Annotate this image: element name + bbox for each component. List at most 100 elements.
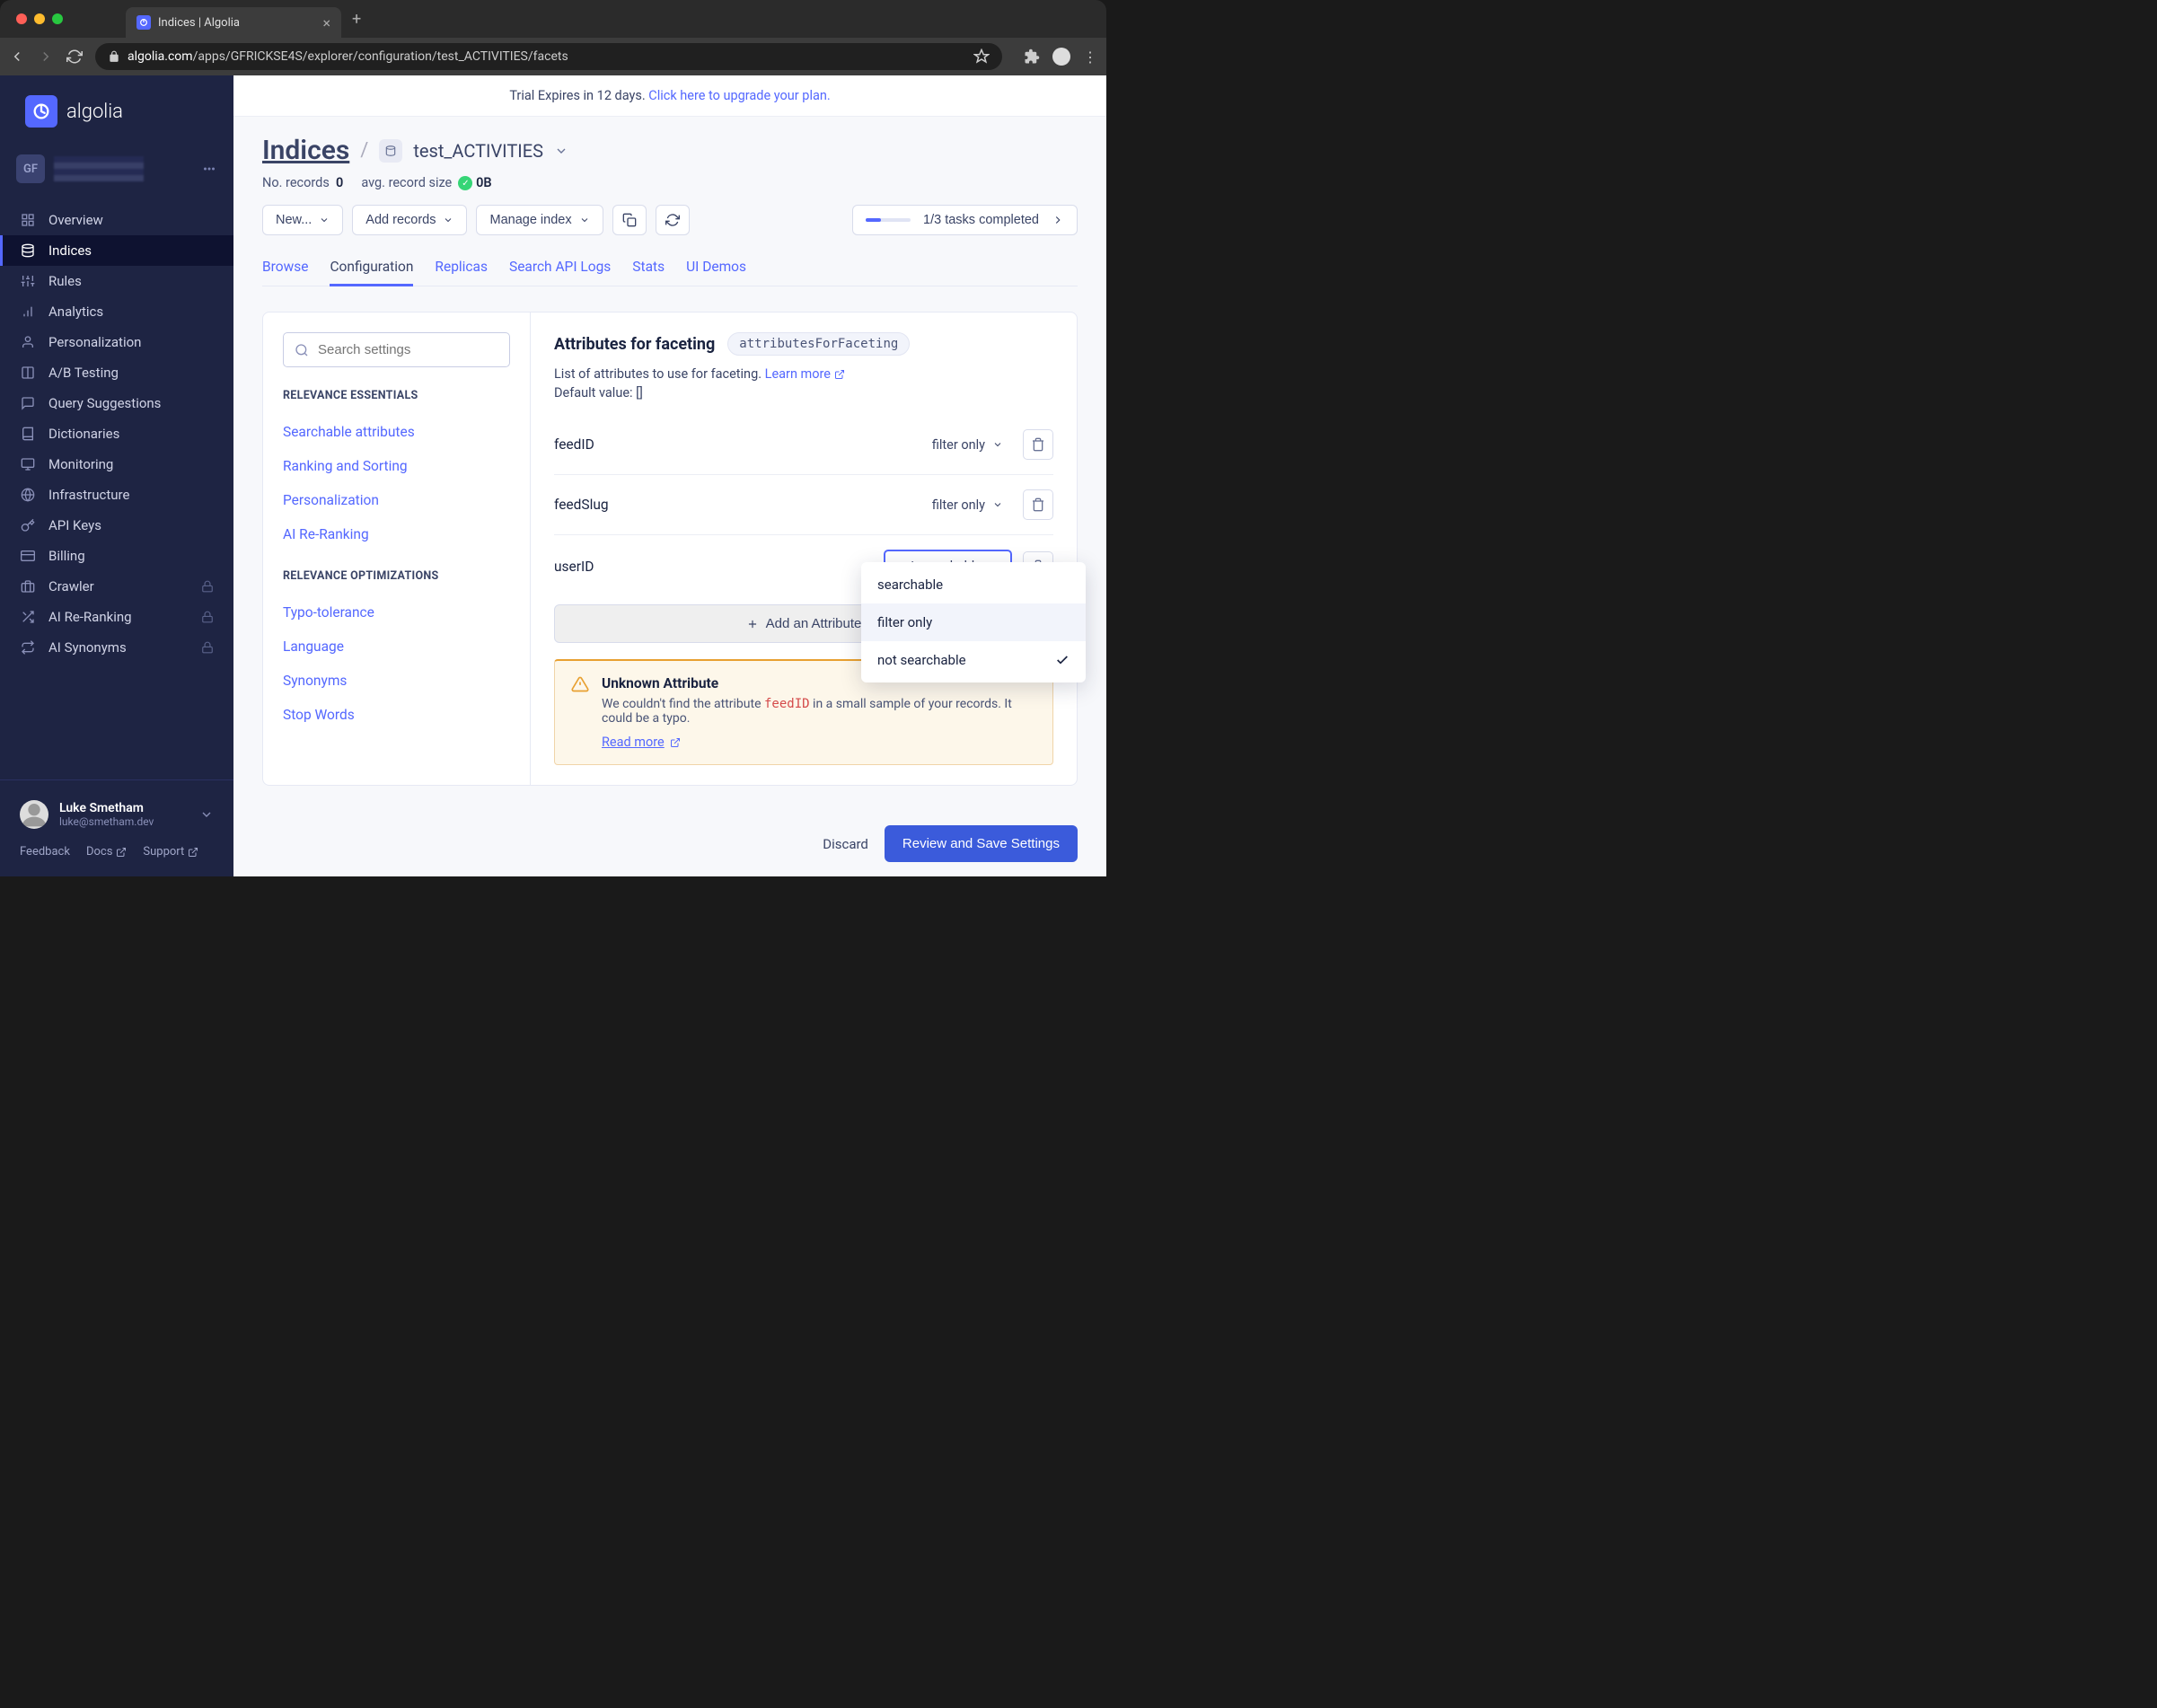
save-button[interactable]: Review and Save Settings (885, 825, 1078, 862)
dropdown-option[interactable]: searchable (861, 566, 1086, 603)
tab-browse[interactable]: Browse (262, 250, 308, 286)
sidebar-item-billing[interactable]: Billing (0, 541, 233, 571)
close-tab-button[interactable]: × (322, 14, 330, 31)
new-tab-button[interactable]: + (352, 10, 361, 29)
settings-link-synonyms[interactable]: Synonyms (283, 664, 510, 698)
db-icon (20, 243, 36, 258)
dropdown-option[interactable]: filter only (861, 603, 1086, 641)
read-more-link[interactable]: Read more (602, 735, 681, 750)
app-selector[interactable]: GF (16, 154, 217, 183)
lock-icon (108, 50, 120, 63)
sidebar-item-monitoring[interactable]: Monitoring (0, 449, 233, 480)
index-name[interactable]: test_ACTIVITIES (413, 140, 543, 162)
menu-icon[interactable]: ⋮ (1083, 48, 1097, 66)
support-link[interactable]: Support (143, 845, 198, 858)
docs-link[interactable]: Docs (86, 845, 127, 858)
bar-icon (20, 304, 36, 319)
browser-chrome: Indices | Algolia × + algolia.com/apps/G… (0, 0, 1106, 75)
globe-icon (20, 488, 36, 502)
attribute-row: feedSlug filter only (554, 475, 1053, 535)
attribute-name: feedSlug (554, 497, 912, 513)
app-name-redacted (54, 156, 144, 181)
refresh-button[interactable] (656, 205, 690, 235)
attribute-name: userID (554, 559, 873, 575)
chevron-down-icon (199, 807, 214, 822)
close-window-button[interactable] (16, 13, 27, 24)
settings-link-typo-tolerance[interactable]: Typo-tolerance (283, 595, 510, 629)
mode-select[interactable]: filter only (923, 492, 1012, 518)
sidebar: algolia GF OverviewIndicesRulesAnalytics… (0, 75, 233, 876)
tab-stats[interactable]: Stats (632, 250, 665, 286)
sliders-icon (20, 274, 36, 288)
shuffle-icon (20, 610, 36, 624)
tab-configuration[interactable]: Configuration (330, 250, 413, 286)
address-bar[interactable]: algolia.com/apps/GFRICKSE4S/explorer/con… (95, 43, 1002, 70)
sidebar-item-ai-re-ranking[interactable]: AI Re-Ranking (0, 602, 233, 632)
profile-avatar[interactable] (1052, 48, 1070, 66)
tab-search-api-logs[interactable]: Search API Logs (509, 250, 611, 286)
settings-link-personalization[interactable]: Personalization (283, 483, 510, 517)
breadcrumb: Indices / test_ACTIVITIES (262, 135, 1078, 166)
delete-button[interactable] (1023, 489, 1053, 520)
index-stats: No. records 0 avg. record size ✓ 0B (262, 175, 1078, 190)
new-button[interactable]: New... (262, 205, 343, 235)
feedback-link[interactable]: Feedback (20, 845, 70, 858)
settings-link-language[interactable]: Language (283, 629, 510, 664)
sidebar-item-rules[interactable]: Rules (0, 266, 233, 296)
settings-link-searchable-attributes[interactable]: Searchable attributes (283, 415, 510, 449)
back-button[interactable] (9, 48, 25, 65)
settings-link-ranking-and-sorting[interactable]: Ranking and Sorting (283, 449, 510, 483)
attribute-row: feedID filter only (554, 415, 1053, 475)
sidebar-item-analytics[interactable]: Analytics (0, 296, 233, 327)
ab-icon (20, 365, 36, 380)
extensions-icon[interactable] (1024, 48, 1040, 65)
breadcrumb-root[interactable]: Indices (262, 135, 349, 166)
minimize-window-button[interactable] (34, 13, 45, 24)
chevron-down-icon[interactable] (554, 144, 568, 158)
forward-button[interactable] (38, 48, 54, 65)
learn-more-link[interactable]: Learn more (765, 366, 845, 382)
mode-dropdown: searchablefilter onlynot searchable (861, 562, 1086, 682)
app-switch-icon (201, 161, 217, 177)
card-icon (20, 549, 36, 563)
delete-button[interactable] (1023, 429, 1053, 460)
discard-button[interactable]: Discard (823, 836, 868, 852)
sidebar-item-dictionaries[interactable]: Dictionaries (0, 418, 233, 449)
key-icon (20, 518, 36, 533)
index-icon (379, 139, 402, 163)
logo[interactable]: algolia (0, 75, 233, 145)
logo-text: algolia (66, 101, 123, 123)
sidebar-item-overview[interactable]: Overview (0, 205, 233, 235)
sidebar-item-infrastructure[interactable]: Infrastructure (0, 480, 233, 510)
copy-button[interactable] (612, 205, 647, 235)
settings-link-stop-words[interactable]: Stop Words (283, 698, 510, 732)
user-email: luke@smetham.dev (59, 815, 189, 828)
sidebar-item-indices[interactable]: Indices (0, 235, 233, 266)
search-icon (295, 343, 309, 357)
star-icon[interactable] (973, 48, 990, 65)
sidebar-item-a-b-testing[interactable]: A/B Testing (0, 357, 233, 388)
upgrade-link[interactable]: Click here to upgrade your plan. (648, 88, 830, 103)
sidebar-item-crawler[interactable]: Crawler (0, 571, 233, 602)
sidebar-item-query-suggestions[interactable]: Query Suggestions (0, 388, 233, 418)
sidebar-item-personalization[interactable]: Personalization (0, 327, 233, 357)
maximize-window-button[interactable] (52, 13, 63, 24)
tab-ui-demos[interactable]: UI Demos (686, 250, 746, 286)
manage-index-button[interactable]: Manage index (476, 205, 603, 235)
sidebar-item-ai-synonyms[interactable]: AI Synonyms (0, 632, 233, 663)
lock-icon (201, 641, 214, 654)
chevron-down-icon (992, 499, 1003, 510)
tab-title: Indices | Algolia (158, 16, 315, 30)
settings-link-ai-re-ranking[interactable]: AI Re-Ranking (283, 517, 510, 551)
add-records-button[interactable]: Add records (352, 205, 467, 235)
browser-tab[interactable]: Indices | Algolia × (126, 7, 341, 38)
sidebar-item-api-keys[interactable]: API Keys (0, 510, 233, 541)
tab-replicas[interactable]: Replicas (435, 250, 488, 286)
section-title: Attributes for faceting (554, 335, 715, 354)
dropdown-option[interactable]: not searchable (861, 641, 1086, 679)
user-menu[interactable]: Luke Smetham luke@smetham.dev (16, 791, 217, 838)
tasks-button[interactable]: 1/3 tasks completed (852, 205, 1078, 235)
mode-select[interactable]: filter only (923, 432, 1012, 458)
search-settings-input[interactable] (283, 332, 510, 367)
reload-button[interactable] (66, 48, 83, 65)
